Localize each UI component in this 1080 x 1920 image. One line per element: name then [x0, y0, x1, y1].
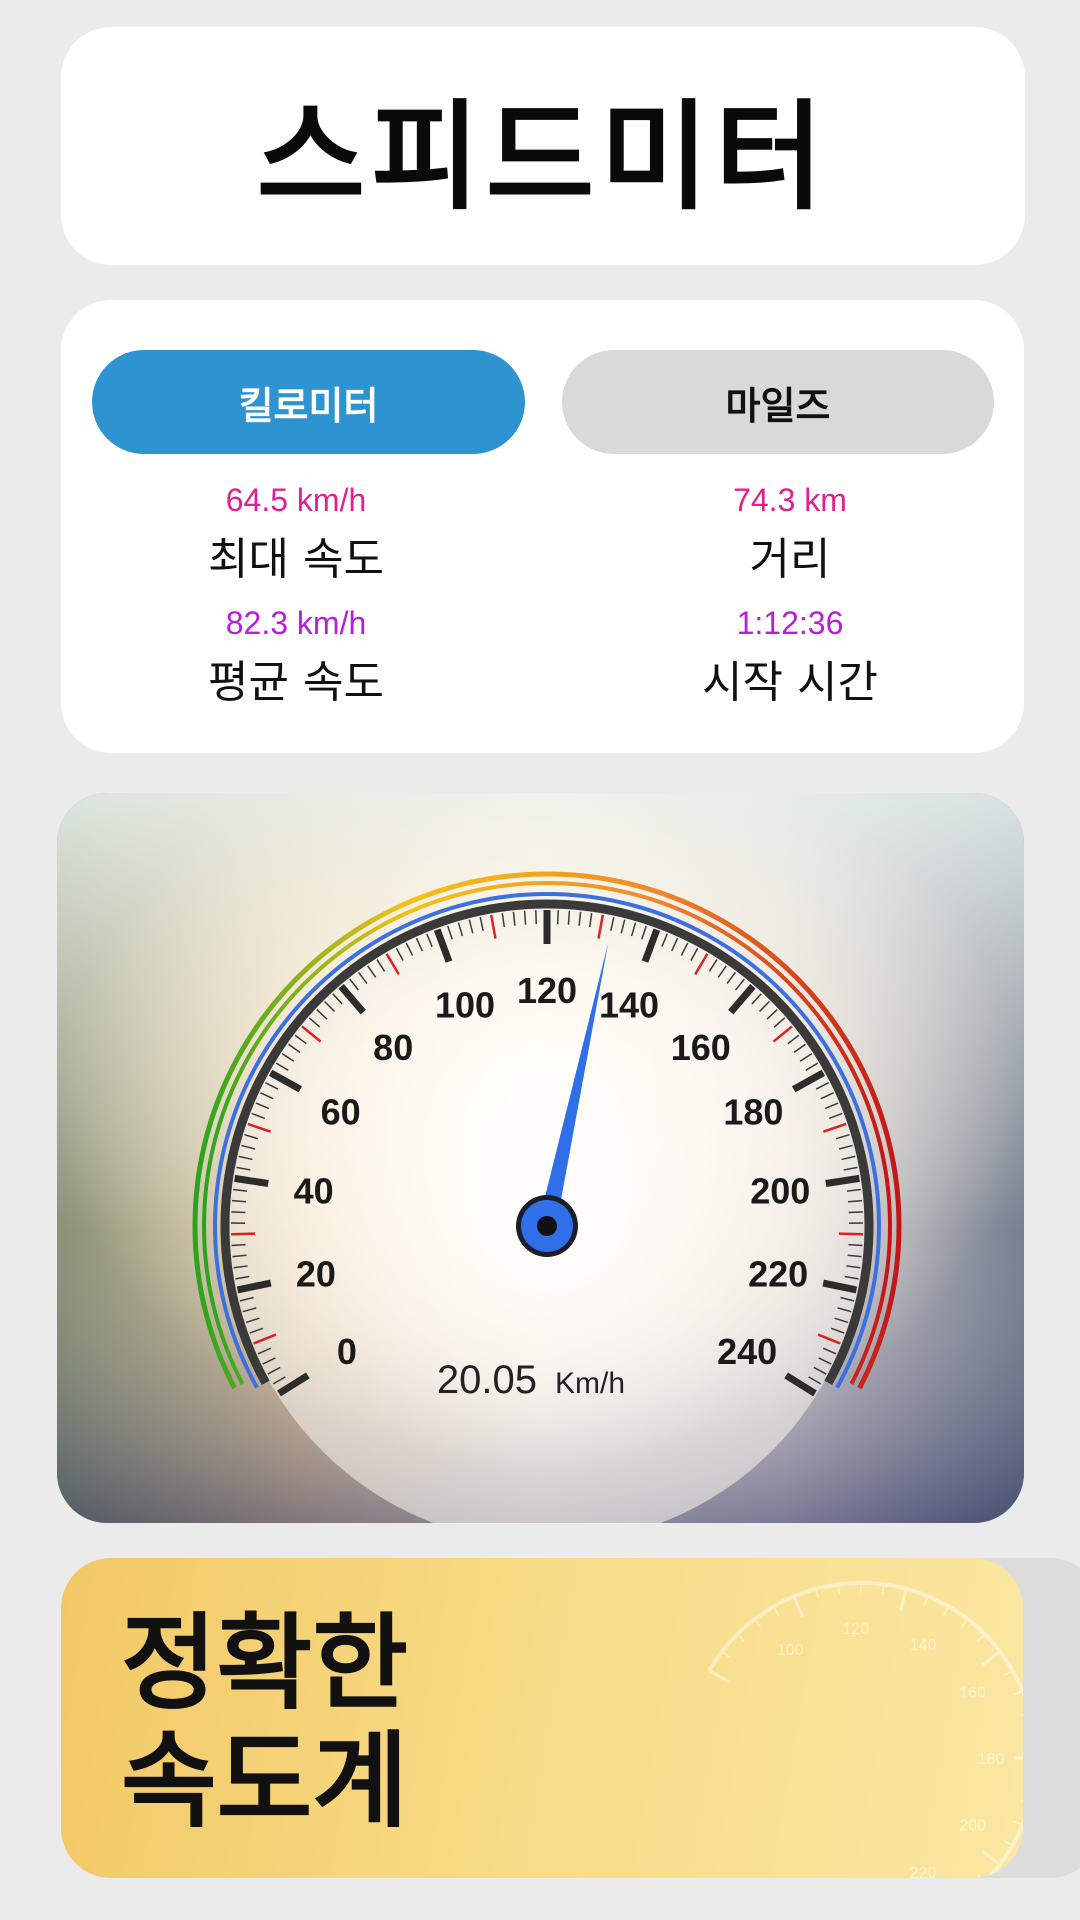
max-speed-value: 64.5 km/h [225, 482, 367, 518]
max-speed-label: 최대 속도 [208, 534, 384, 585]
gauge-tick-label: 220 [748, 1254, 808, 1295]
start-time-stat: 1:12:36 시작 시간 [570, 605, 1010, 710]
gauge-tick-label: 200 [750, 1170, 810, 1211]
gauge-tick-label: 100 [435, 985, 495, 1026]
watermark-tick [1013, 1690, 1023, 1696]
title-card: 스피드미터 [61, 27, 1025, 265]
gauge-tick [848, 1243, 863, 1247]
gauge-tick-label: 240 [717, 1331, 777, 1372]
watermark-tick [899, 1588, 908, 1611]
watermark-label: 220 [910, 1865, 937, 1878]
watermark-label: 100 [777, 1642, 804, 1659]
gauge-tick-label: 80 [373, 1027, 413, 1068]
watermark-tick [977, 1874, 983, 1878]
watermark-tick [960, 1618, 969, 1628]
watermark-tick [981, 1650, 1001, 1667]
gauge-tick-label: 60 [321, 1092, 361, 1133]
kilometers-button[interactable]: 킬로미터 [92, 350, 525, 454]
watermark-tick [753, 1618, 762, 1628]
watermark-tick [1020, 1799, 1023, 1803]
watermark-tick [923, 1596, 929, 1606]
max-speed-stat: 64.5 km/h 최대 속도 [76, 482, 516, 587]
watermark-label: 200 [959, 1817, 986, 1834]
avg-speed-stat: 82.3 km/h 평균 속도 [76, 605, 516, 710]
distance-stat: 74.3 km 거리 [570, 482, 1010, 587]
avg-speed-value: 82.3 km/h [225, 605, 367, 641]
gauge-tick-label: 20 [296, 1254, 336, 1295]
miles-button[interactable]: 마일즈 [562, 350, 994, 454]
gauge-tick-label: 40 [294, 1170, 334, 1211]
gauge-tick [231, 1211, 246, 1214]
watermark-tick [1003, 1669, 1013, 1677]
speed-unit: Km/h [555, 1367, 625, 1400]
avg-speed-label: 평균 속도 [208, 657, 384, 708]
start-time-value: 1:12:36 [736, 605, 844, 641]
watermark-tick [1020, 1713, 1023, 1717]
watermark-tick [721, 1650, 731, 1659]
speedometer-gauge: 0 20 40 60 80 100 120 140 160 180 200 220 240 20.05 … [57, 793, 1024, 1523]
watermark-tick [942, 1606, 950, 1616]
watermark-label: 140 [910, 1637, 937, 1654]
watermark-label: 160 [959, 1685, 986, 1702]
watermark-label: 120 [843, 1621, 870, 1638]
gauge-tick [567, 910, 571, 925]
gauge-tick-label: 140 [599, 985, 659, 1026]
watermark-tick [708, 1669, 730, 1683]
promo-line-2: 속도계 [121, 1720, 409, 1842]
promo-heading: 정확한 속도계 [121, 1604, 408, 1840]
watermark-tick [792, 1595, 804, 1618]
watermark-tick [1003, 1839, 1013, 1847]
speedometer-watermark-icon: 100 120 140 160 180 200 220 [707, 1581, 1023, 1878]
watermark-tick [736, 1633, 745, 1642]
speed-readout: 20.05 [437, 1358, 537, 1402]
gauge-tick-label: 180 [723, 1092, 783, 1133]
gauge-tick [838, 1232, 863, 1236]
gauge-tick [231, 1243, 246, 1247]
promo-line-1: 정확한 [121, 1602, 409, 1724]
watermark-label: 180 [978, 1751, 1005, 1768]
distance-label: 거리 [749, 534, 831, 585]
watermark-tick [981, 1849, 1001, 1866]
stats-card: 킬로미터 마일즈 64.5 km/h 최대 속도 74.3 km 거리 82.3… [61, 300, 1024, 753]
gauge-tick-label: 120 [517, 970, 577, 1011]
gauge-tick [231, 1232, 256, 1236]
distance-value: 74.3 km [733, 482, 847, 518]
gauge-dial: 020 40 60 80 100 120 140 160 180 200 220 240 [192, 871, 902, 1523]
watermark-tick [977, 1633, 986, 1642]
start-time-label: 시작 시간 [702, 657, 878, 708]
gauge-tick-label: 0 [337, 1331, 357, 1372]
gauge-tick [848, 1211, 863, 1214]
gauge-tick-label: 160 [671, 1027, 731, 1068]
page-title: 스피드미터 [256, 87, 830, 226]
gauge-hub-center [537, 1216, 557, 1236]
watermark-tick [1013, 1820, 1023, 1826]
promo-banner[interactable]: 100 120 140 160 180 200 220 정확한 속도계 [61, 1558, 1023, 1878]
watermark-tick [772, 1606, 780, 1616]
gauge-tick [523, 910, 527, 925]
